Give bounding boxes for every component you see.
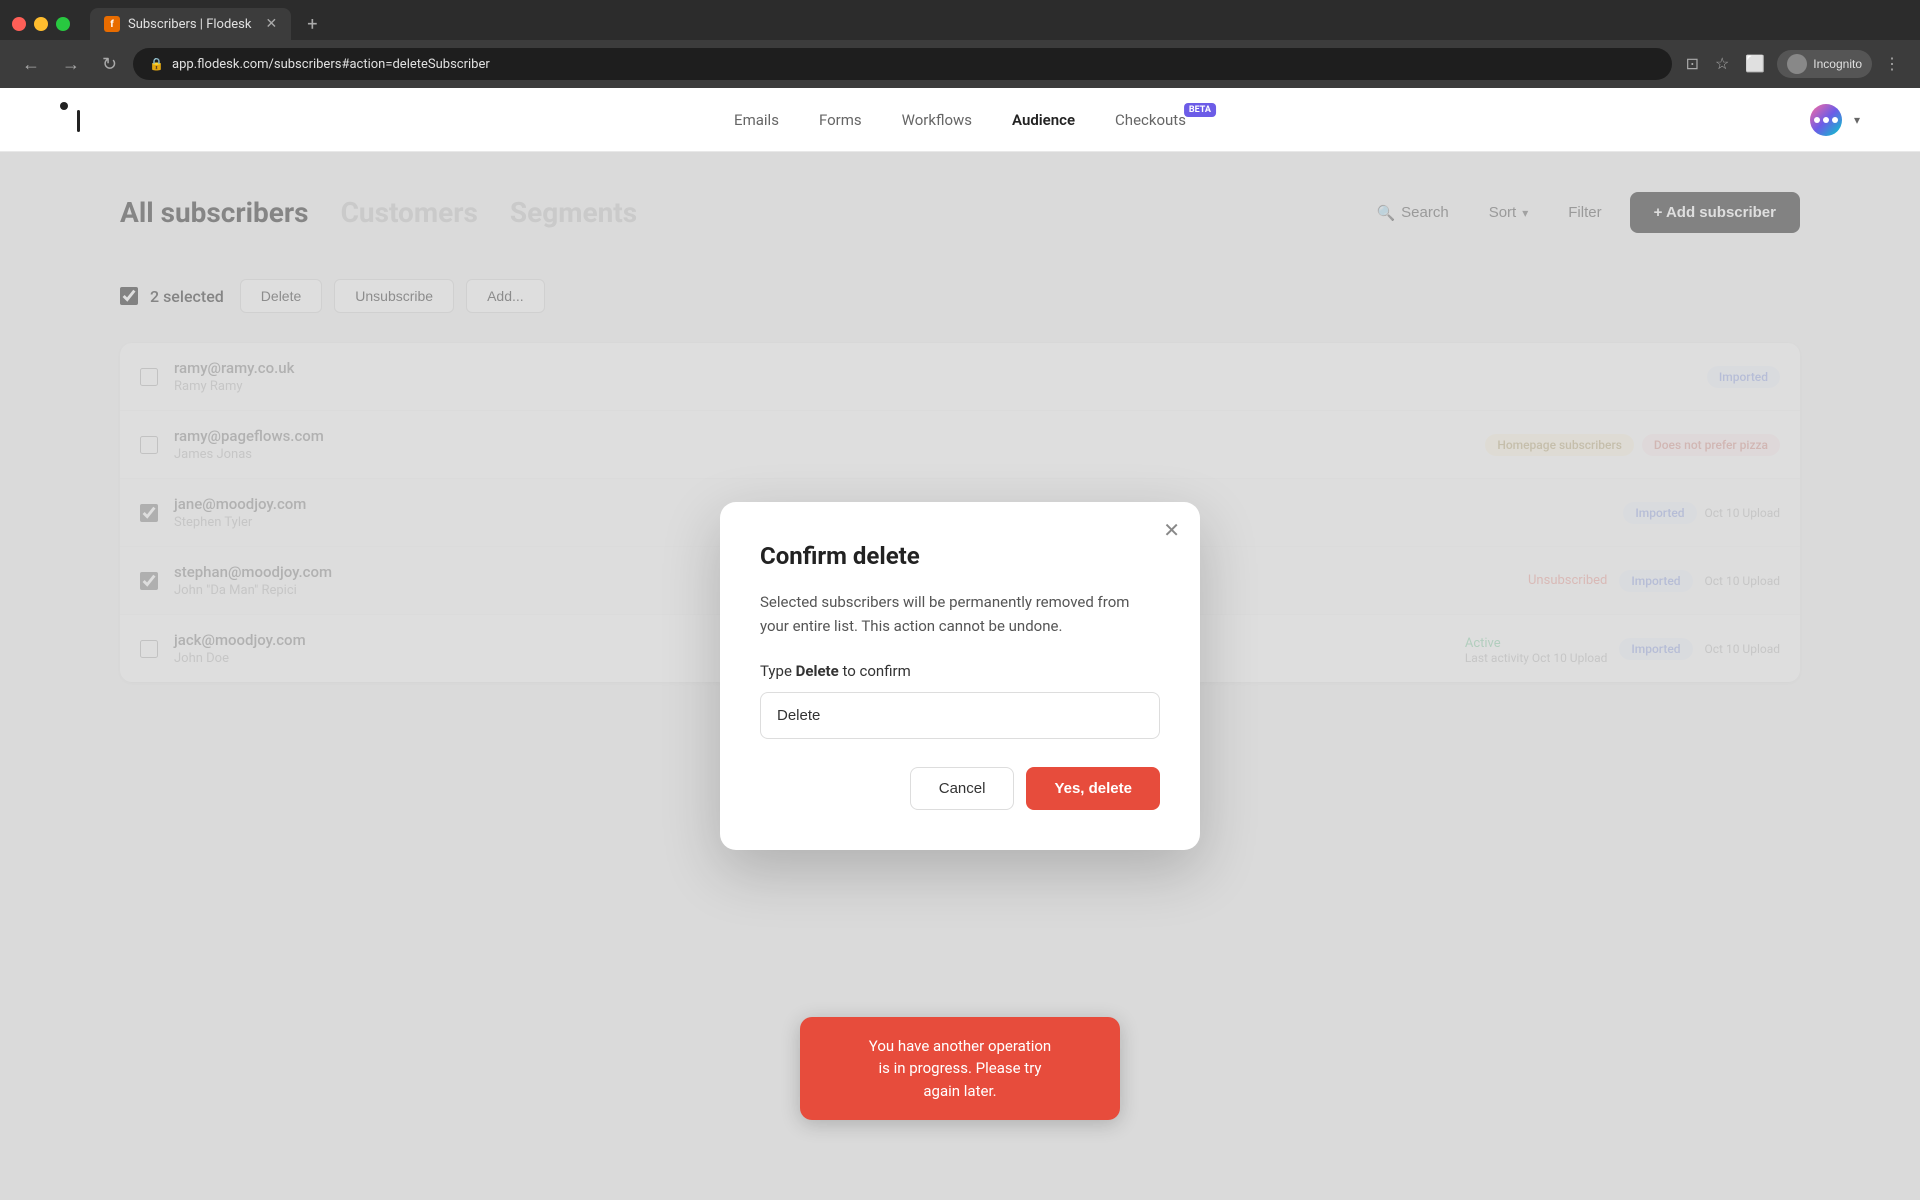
browser-chrome: f Subscribers | Flodesk ✕ + ← → ↻ 🔒 app.… [0, 0, 1920, 88]
logo [60, 102, 96, 138]
modal-confirm-word: Delete [796, 662, 839, 680]
nav-audience[interactable]: Audience [1012, 111, 1075, 129]
maximize-window-button[interactable] [56, 17, 70, 31]
modal-description: Selected subscribers will be permanently… [760, 590, 1160, 638]
user-menu-chevron[interactable]: ▾ [1854, 113, 1860, 127]
incognito-avatar [1787, 54, 1807, 74]
nav-links: Emails Forms Workflows Audience Checkout… [734, 111, 1186, 129]
modal-type-label: Type Delete to confirm [760, 662, 1160, 680]
modal-cancel-button[interactable]: Cancel [910, 767, 1015, 810]
tab-bar: f Subscribers | Flodesk ✕ + [0, 0, 1920, 40]
tab-title: Subscribers | Flodesk [128, 17, 251, 32]
beta-badge: BETA [1184, 103, 1216, 117]
extensions-icon[interactable]: ⬜ [1741, 50, 1769, 78]
nav-right: ▾ [1810, 104, 1860, 136]
toast-line3: again later. [923, 1082, 996, 1100]
new-tab-button[interactable]: + [299, 10, 325, 39]
nav-checkouts[interactable]: Checkouts BETA [1115, 111, 1186, 129]
tab-close-button[interactable]: ✕ [265, 16, 277, 32]
modal-title: Confirm delete [760, 542, 1160, 570]
page-content: All subscribers Customers Segments 🔍 Sea… [0, 152, 1920, 1200]
minimize-window-button[interactable] [34, 17, 48, 31]
address-bar[interactable]: 🔒 app.flodesk.com/subscribers#action=del… [133, 48, 1672, 80]
modal-confirm-delete-button[interactable]: Yes, delete [1026, 767, 1160, 810]
close-window-button[interactable] [12, 17, 26, 31]
bookmark-icon[interactable]: ☆ [1711, 50, 1733, 78]
url-text: app.flodesk.com/subscribers#action=delet… [172, 57, 490, 72]
app-wrapper: Emails Forms Workflows Audience Checkout… [0, 88, 1920, 1200]
confirm-delete-modal: ✕ Confirm delete Selected subscribers wi… [720, 502, 1200, 850]
refresh-button[interactable]: ↻ [96, 50, 123, 79]
modal-actions: Cancel Yes, delete [760, 767, 1160, 810]
browser-menu-button[interactable]: ⋮ [1880, 50, 1904, 78]
nav-workflows[interactable]: Workflows [902, 111, 972, 129]
back-button[interactable]: ← [16, 50, 46, 79]
browser-tab[interactable]: f Subscribers | Flodesk ✕ [90, 8, 291, 40]
cast-icon[interactable]: ⊡ [1682, 50, 1703, 78]
traffic-lights [12, 17, 70, 31]
browser-toolbar-icons: ⊡ ☆ ⬜ Incognito ⋮ [1682, 50, 1904, 78]
toast-line2: is in progress. Please try [878, 1059, 1041, 1077]
top-nav: Emails Forms Workflows Audience Checkout… [0, 88, 1920, 152]
incognito-button[interactable]: Incognito [1777, 50, 1872, 78]
tab-favicon: f [104, 16, 120, 32]
lock-icon: 🔒 [149, 57, 164, 71]
browser-toolbar: ← → ↻ 🔒 app.flodesk.com/subscribers#acti… [0, 40, 1920, 88]
incognito-label: Incognito [1813, 57, 1862, 71]
nav-forms[interactable]: Forms [819, 111, 862, 129]
error-toast: You have another operation is in progres… [800, 1017, 1120, 1121]
toast-line1: You have another operation [869, 1037, 1051, 1055]
modal-close-button[interactable]: ✕ [1163, 518, 1180, 543]
forward-button[interactable]: → [56, 50, 86, 79]
nav-emails[interactable]: Emails [734, 111, 779, 129]
user-avatar[interactable] [1810, 104, 1842, 136]
modal-confirm-input[interactable] [760, 692, 1160, 739]
